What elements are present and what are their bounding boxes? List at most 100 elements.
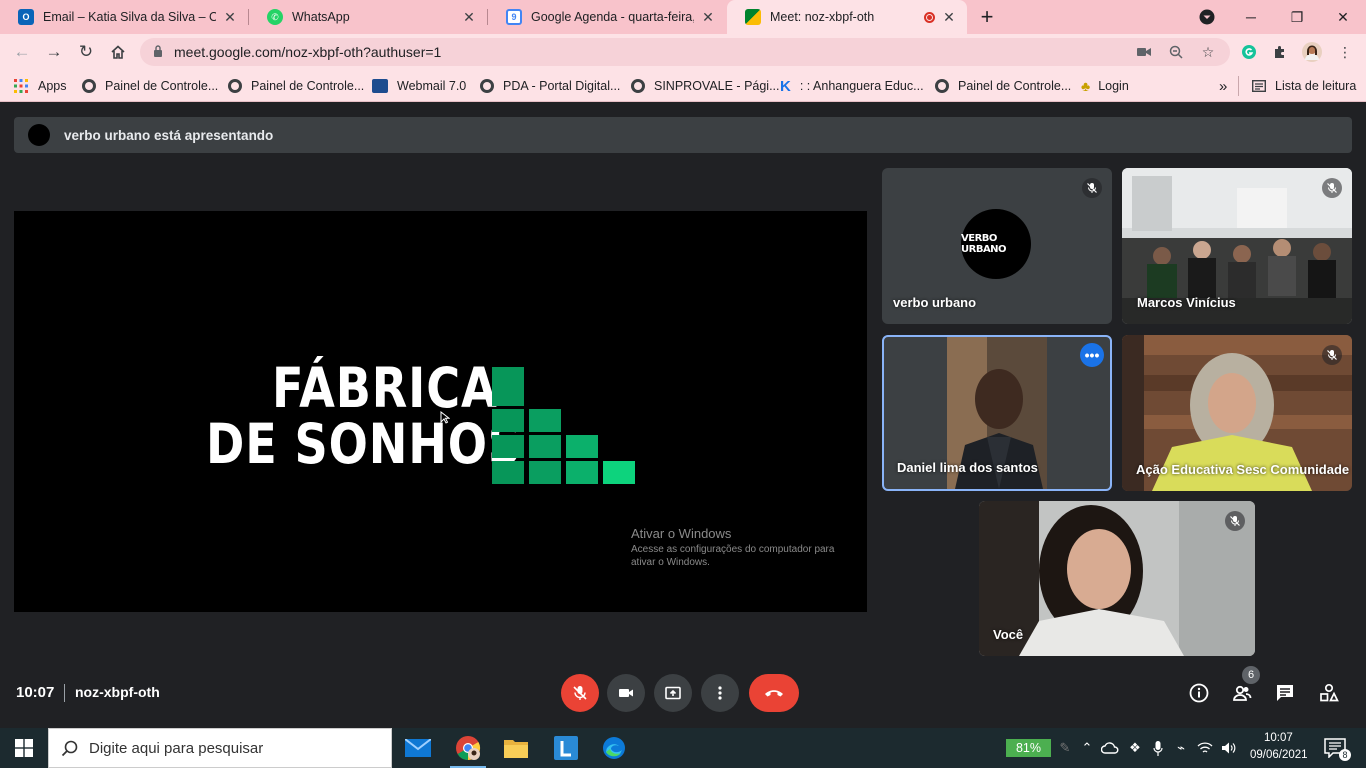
kebab-menu-icon (718, 686, 722, 700)
chrome-menu-button[interactable]: ⋮ (1334, 41, 1356, 63)
taskbar-date[interactable]: 09/06/2021 (1250, 749, 1308, 761)
taskbar-file-explorer[interactable] (492, 728, 540, 768)
mic-off-icon (1225, 511, 1245, 531)
bookmark-sinprovale[interactable]: SINPROVALE - Pági... (631, 76, 780, 96)
show-everyone-button[interactable] (1230, 681, 1254, 705)
address-bar[interactable]: meet.google.com/noz-xbpf-oth?authuser=1 … (140, 38, 1230, 66)
home-icon (111, 45, 125, 59)
chat-button[interactable] (1273, 681, 1297, 705)
search-icon (61, 740, 78, 757)
tab-outlook[interactable]: O Email – Katia Silva da Silva – Outlook… (0, 0, 248, 34)
taskbar-mail-app[interactable] (394, 728, 442, 768)
bottom-bar-divider (64, 684, 65, 702)
bookmark-label: : : Anhanguera Educ... (799, 79, 924, 93)
taskbar-l-app[interactable] (542, 728, 590, 768)
minimize-button[interactable]: ─ (1228, 0, 1274, 34)
camera-toggle-button[interactable] (607, 674, 645, 712)
battery-meter[interactable]: 81% (1006, 739, 1051, 757)
participant-tile-daniel-lima-dos-santos[interactable]: ••• Daniel lima dos santos (882, 335, 1112, 491)
apps-grid-icon (14, 79, 28, 93)
leave-call-button[interactable] (749, 674, 799, 712)
bookmark-webmail[interactable]: Webmail 7.0 (372, 76, 466, 96)
tab-search-button[interactable] (1184, 0, 1230, 34)
mic-off-icon (1322, 345, 1342, 365)
close-icon[interactable]: ✕ (941, 9, 957, 26)
participant-name: Ação Educativa Sesc Comunidade (1136, 462, 1350, 477)
close-window-button[interactable]: ✕ (1320, 0, 1366, 34)
mic-toggle-button[interactable] (561, 674, 599, 712)
participant-tile-verbo-urbano[interactable]: VERBO URBANO verbo urbano (882, 168, 1112, 324)
microphone-icon[interactable] (1149, 739, 1167, 757)
zoom-icon[interactable] (1167, 43, 1185, 61)
bookmark-anhanguera[interactable]: K : : Anhanguera Educ... (780, 76, 924, 96)
video-camera-icon (619, 689, 633, 697)
presenting-banner: verbo urbano está apresentando (14, 117, 1352, 153)
taskbar-search-box[interactable]: Digite aqui para pesquisar (48, 728, 392, 768)
anhanguera-icon: K (780, 77, 791, 95)
presentation-stage[interactable]: FÁBRICA DE SONHOS Ativar o Windows Acess… (14, 211, 867, 612)
chevron-up-icon: ⌃ (1081, 740, 1093, 755)
bookmark-label: SINPROVALE - Pági... (654, 79, 780, 93)
reading-list-label: Lista de leitura (1275, 79, 1357, 93)
windows-taskbar: Digite aqui para pesquisar 81% ✎ ⌃ ❖ ⌁ 1… (0, 728, 1366, 768)
taskbar-time[interactable]: 10:07 (1264, 732, 1293, 744)
profile-avatar[interactable] (1301, 41, 1323, 63)
dropbox-icon[interactable]: ❖ (1126, 739, 1144, 757)
chevron-down-icon (1199, 9, 1215, 25)
back-button[interactable]: ← (8, 38, 36, 66)
tab-meet[interactable]: Meet: noz-xbpf-oth ✕ (727, 0, 967, 34)
present-now-button[interactable] (654, 674, 692, 712)
avatar-logo-text: VERBO URBANO (961, 233, 1007, 255)
taskbar-edge-app[interactable] (590, 728, 638, 768)
volume-icon[interactable] (1220, 739, 1238, 757)
meeting-details-button[interactable] (1187, 681, 1211, 705)
home-button[interactable] (104, 38, 132, 66)
participant-avatar: VERBO URBANO (961, 209, 1031, 279)
globe-icon (228, 79, 242, 93)
folder-icon (504, 740, 528, 758)
camera-in-use-icon[interactable] (1135, 43, 1153, 61)
notification-count-badge: 8 (1339, 749, 1351, 761)
presentation-title-line1: FÁBRICA (272, 356, 498, 420)
close-icon[interactable]: ✕ (222, 9, 238, 26)
globe-icon (82, 79, 96, 93)
bookmark-painel-de-controle-2[interactable]: Painel de Controle... (228, 76, 364, 96)
kebab-menu-icon: ⋮ (1338, 43, 1352, 60)
taskbar-chrome-app[interactable] (444, 728, 492, 768)
show-hidden-icons-button[interactable]: ⌃ (1078, 739, 1096, 757)
tab-label: Meet: noz-xbpf-oth (770, 10, 875, 24)
start-button[interactable] (0, 728, 48, 768)
bookmark-painel-de-controle-1[interactable]: Painel de Controle... (82, 76, 218, 96)
new-tab-button[interactable]: + (972, 0, 1002, 34)
extensions-puzzle-icon[interactable] (1269, 41, 1291, 63)
onedrive-icon[interactable] (1101, 739, 1119, 757)
more-options-button[interactable] (701, 674, 739, 712)
logo-block (492, 461, 524, 484)
bookmark-pda-portal[interactable]: PDA - Portal Digital... (480, 76, 620, 96)
maximize-button[interactable]: ❐ (1274, 0, 1320, 34)
extension-grammarly-icon[interactable] (1238, 41, 1260, 63)
logo-block (566, 461, 598, 484)
close-icon[interactable]: ✕ (461, 9, 477, 26)
tab-whatsapp[interactable]: ✆ WhatsApp ✕ (249, 0, 487, 34)
chat-icon (1277, 685, 1293, 701)
reload-button[interactable]: ↻ (72, 38, 100, 66)
bookmarks-overflow-button[interactable]: » (1219, 76, 1227, 96)
bookmark-apps[interactable]: Apps (14, 76, 67, 96)
participant-tile-acao-educativa-sesc[interactable]: Ação Educativa Sesc Comunidade (1122, 335, 1352, 491)
tab-strip: O Email – Katia Silva da Silva – Outlook… (0, 0, 1366, 34)
bookmark-star-icon[interactable]: ☆ (1199, 43, 1217, 61)
tab-google-calendar[interactable]: 9 Google Agenda - quarta-feira, 9 ✕ (488, 0, 726, 34)
participant-tile-self[interactable]: Você (979, 501, 1255, 656)
forward-button[interactable]: → (40, 38, 68, 66)
bookmark-label: Painel de Controle... (958, 79, 1072, 93)
network-icon[interactable] (1196, 739, 1214, 757)
reading-list-button[interactable]: Lista de leitura (1252, 76, 1356, 96)
activities-button[interactable] (1317, 681, 1341, 705)
bookmark-painel-de-controle-3[interactable]: Painel de Controle... (935, 76, 1071, 96)
close-icon[interactable]: ✕ (700, 9, 716, 26)
meeting-code[interactable]: noz-xbpf-oth (75, 684, 160, 700)
power-plug-icon[interactable]: ⌁ (1172, 739, 1190, 757)
bookmark-login[interactable]: ♣ Login (1081, 76, 1129, 96)
participant-tile-marcos-vinicius[interactable]: Marcos Vinícius (1122, 168, 1352, 324)
